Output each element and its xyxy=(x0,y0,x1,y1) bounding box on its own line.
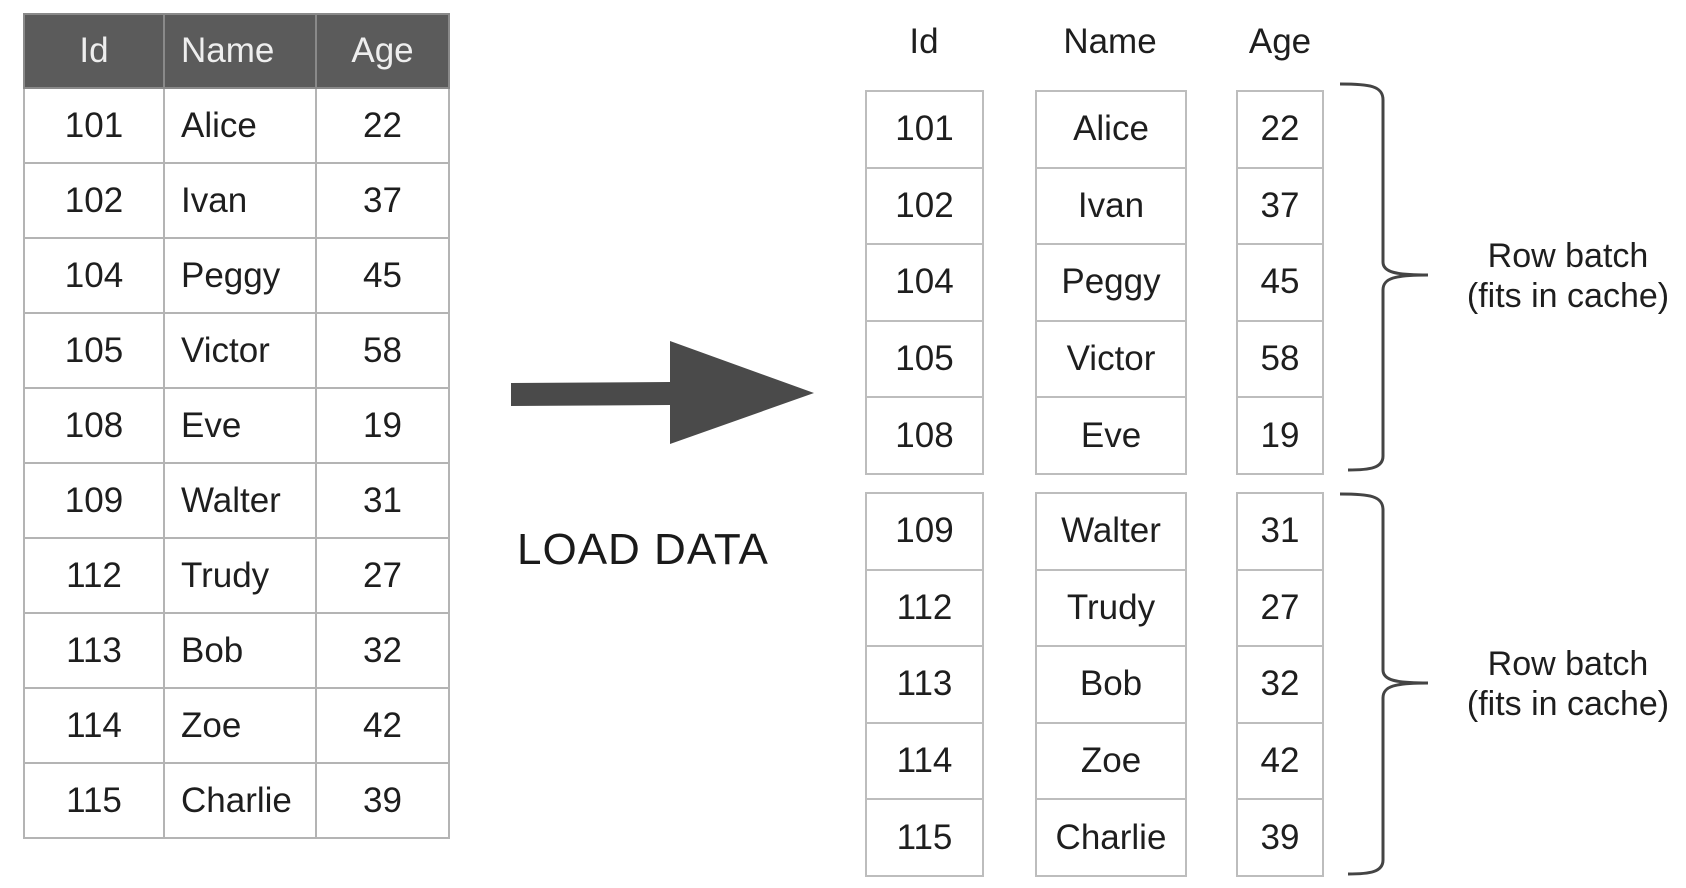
column-cell-name: Charlie xyxy=(1035,798,1187,877)
column-cell-id: 112 xyxy=(865,568,984,648)
column-cell-id: 114 xyxy=(865,721,984,801)
column-cell-age: 22 xyxy=(1236,90,1324,169)
brace-batch-2 xyxy=(1339,492,1429,876)
column-header-id: Id xyxy=(909,22,939,61)
column-cell-age: 45 xyxy=(1236,243,1324,322)
arrow-icon xyxy=(511,341,814,444)
column-cell-name: Bob xyxy=(1035,645,1187,724)
column-cell-id: 105 xyxy=(865,319,984,399)
column-cell-age: 58 xyxy=(1236,319,1324,399)
column-cell-id: 101 xyxy=(865,90,984,169)
column-header-age: Age xyxy=(1248,22,1312,61)
column-cell-age: 19 xyxy=(1236,396,1324,475)
batch-1-label: Row batch (fits in cache) xyxy=(1458,236,1678,316)
column-cell-id: 108 xyxy=(865,396,984,475)
brace-batch-1 xyxy=(1339,82,1429,472)
load-data-label: LOAD DATA xyxy=(517,525,769,574)
batch-1-label-line1: Row batch xyxy=(1487,237,1649,275)
column-cell-age: 42 xyxy=(1236,721,1324,801)
batch-2-label-line1: Row batch xyxy=(1487,645,1649,683)
column-cell-name: Victor xyxy=(1035,319,1187,399)
column-cell-id: 109 xyxy=(865,492,984,571)
column-cell-age: 37 xyxy=(1236,166,1324,246)
column-cell-age: 39 xyxy=(1236,798,1324,877)
column-cell-age: 31 xyxy=(1236,492,1324,571)
column-cell-name: Zoe xyxy=(1035,721,1187,801)
column-cell-name: Walter xyxy=(1035,492,1187,571)
column-header-name: Name xyxy=(1063,22,1157,61)
batch-2-label: Row batch (fits in cache) xyxy=(1458,644,1678,724)
batch-2-label-line2: (fits in cache) xyxy=(1466,685,1670,723)
column-cell-id: 104 xyxy=(865,243,984,322)
column-cell-age: 32 xyxy=(1236,645,1324,724)
column-cell-name: Peggy xyxy=(1035,243,1187,322)
diagram-shapes xyxy=(511,82,1429,876)
column-cell-name: Ivan xyxy=(1035,166,1187,246)
column-cell-id: 115 xyxy=(865,798,984,877)
batch-1-label-line2: (fits in cache) xyxy=(1466,277,1670,315)
column-cell-name: Alice xyxy=(1035,90,1187,169)
column-cell-name: Eve xyxy=(1035,396,1187,475)
column-cell-id: 113 xyxy=(865,645,984,724)
column-cell-id: 102 xyxy=(865,166,984,246)
column-cell-age: 27 xyxy=(1236,568,1324,648)
column-cell-name: Trudy xyxy=(1035,568,1187,648)
